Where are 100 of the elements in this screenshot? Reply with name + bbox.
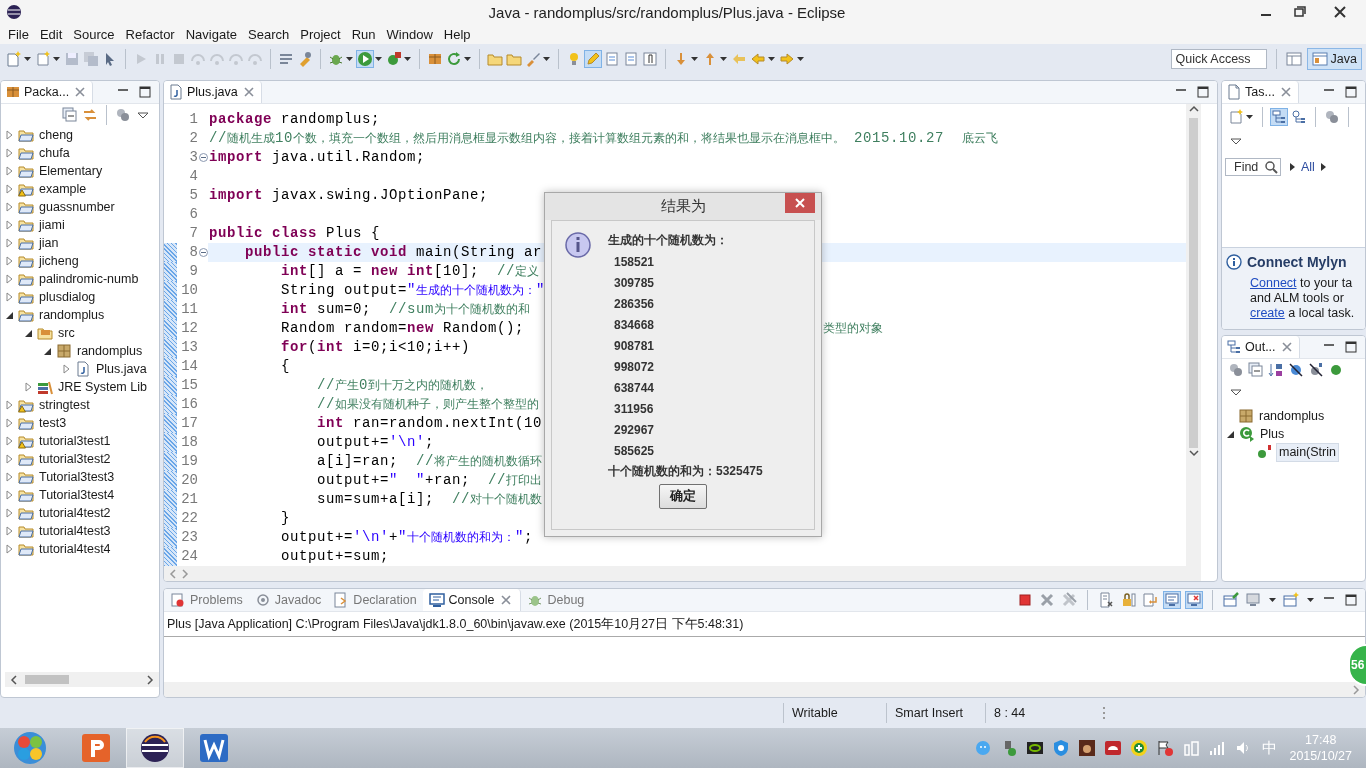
collapsed-arrow-icon[interactable] xyxy=(5,541,14,557)
collapsed-arrow-icon[interactable] xyxy=(5,397,14,413)
show-error-icon[interactable] xyxy=(1186,592,1202,608)
collapsed-arrow-icon[interactable] xyxy=(24,379,33,395)
display-console-icon[interactable] xyxy=(1245,592,1261,608)
menu-item[interactable]: Run xyxy=(345,26,381,42)
menu-item[interactable]: Project xyxy=(294,26,346,42)
graphics-icon[interactable] xyxy=(1026,739,1045,757)
hide-fields-icon[interactable] xyxy=(1288,362,1304,378)
tree-item[interactable]: src xyxy=(56,324,77,342)
tree-item[interactable]: test3 xyxy=(37,414,69,432)
tree-item[interactable]: tutorial4test4 xyxy=(37,540,113,558)
tree-item[interactable]: example xyxy=(37,180,89,198)
document-icon[interactable] xyxy=(623,51,639,67)
tree-item[interactable]: JRE System Lib xyxy=(56,378,149,396)
maximize-icon[interactable] xyxy=(1343,339,1359,355)
menu-item[interactable]: Search xyxy=(242,26,295,42)
collapsed-arrow-icon[interactable] xyxy=(5,199,14,215)
collapsed-arrow-icon[interactable] xyxy=(5,127,14,143)
find-field[interactable]: Find xyxy=(1225,158,1281,176)
remove-icon[interactable] xyxy=(1039,592,1055,608)
open-perspective-icon[interactable] xyxy=(1285,51,1302,67)
hide-static-icon[interactable] xyxy=(1308,362,1324,378)
menu-item[interactable]: Window xyxy=(380,26,438,42)
tree-item[interactable]: palindromic-numb xyxy=(37,270,141,288)
fold-icon[interactable] xyxy=(198,248,208,257)
collapsed-arrow-icon[interactable] xyxy=(5,253,14,269)
scroll-right-icon[interactable] xyxy=(1351,683,1361,696)
remove-all-icon[interactable] xyxy=(1061,592,1077,608)
quick-access-field[interactable]: Quick Access xyxy=(1170,49,1267,69)
view-tab[interactable]: Console xyxy=(422,589,522,611)
filter-icon[interactable] xyxy=(1228,362,1244,378)
folder-icon[interactable] xyxy=(506,51,522,67)
grip-icon[interactable] xyxy=(1102,705,1106,721)
view-tab[interactable]: Debug xyxy=(521,589,591,611)
maximize-icon[interactable] xyxy=(1195,84,1211,100)
tree-item[interactable]: main(Strin xyxy=(1276,442,1339,462)
flag-icon[interactable] xyxy=(1156,739,1175,757)
collapsed-arrow-icon[interactable] xyxy=(5,217,14,233)
collapse-all-icon[interactable] xyxy=(62,107,78,123)
menu-item[interactable]: Help xyxy=(437,26,476,42)
tree-item[interactable]: cheng xyxy=(37,126,76,144)
tree-item[interactable]: tutorial4test2 xyxy=(37,504,113,522)
scroll-right-icon[interactable] xyxy=(145,673,155,686)
view-tab[interactable]: Javadoc xyxy=(248,589,328,611)
menu-item[interactable]: Source xyxy=(67,26,120,42)
taskbar-button[interactable] xyxy=(126,728,184,768)
tree-item[interactable]: tutorial3test1 xyxy=(37,432,113,450)
lines-icon[interactable] xyxy=(278,51,294,67)
vertical-scrollbar[interactable] xyxy=(1186,104,1201,566)
filter-icon[interactable] xyxy=(115,107,131,123)
collapsed-arrow-icon[interactable] xyxy=(5,469,14,485)
signal-icon[interactable] xyxy=(1208,739,1227,757)
tree-item[interactable]: Tutorial3test4 xyxy=(37,486,117,504)
tree-item[interactable]: guassnumber xyxy=(37,198,117,216)
word-wrap-icon[interactable] xyxy=(1142,592,1158,608)
horizontal-scrollbar[interactable] xyxy=(5,672,159,687)
view-tab[interactable]: Out... xyxy=(1222,336,1300,358)
sort-icon[interactable] xyxy=(1268,362,1284,378)
tree-item[interactable]: randomplus xyxy=(1257,407,1327,425)
menu-item[interactable]: Navigate xyxy=(179,26,242,42)
collapsed-arrow-icon[interactable] xyxy=(5,415,14,431)
collapsed-arrow-icon[interactable] xyxy=(5,523,14,539)
tree-item[interactable]: stringtest xyxy=(37,396,92,414)
terminate-icon[interactable] xyxy=(1017,592,1033,608)
tree-item[interactable]: tutorial4test3 xyxy=(37,522,113,540)
shield-icon[interactable] xyxy=(1052,739,1071,757)
menu-item[interactable]: Refactor xyxy=(119,26,180,42)
tree-item[interactable]: Tutorial3test3 xyxy=(37,468,117,486)
scroll-thumb[interactable] xyxy=(25,675,69,684)
filter-link[interactable]: All xyxy=(1301,160,1315,174)
ok-button[interactable]: 确定 xyxy=(659,483,707,509)
perspective-button[interactable]: Java xyxy=(1306,48,1362,70)
collapsed-arrow-icon[interactable] xyxy=(5,181,14,197)
collapsed-arrow-icon[interactable] xyxy=(5,451,14,467)
tree-item[interactable]: tutorial3test2 xyxy=(37,450,113,468)
filter-icon[interactable] xyxy=(1324,109,1340,125)
menu-item[interactable]: File xyxy=(2,26,34,42)
plus-circle-icon[interactable] xyxy=(1130,739,1149,757)
run-icon[interactable] xyxy=(357,51,373,67)
chat-icon[interactable] xyxy=(974,739,993,757)
start-button-icon[interactable] xyxy=(12,730,48,766)
collapsed-arrow-icon[interactable] xyxy=(5,145,14,161)
view-tab[interactable]: Packa... xyxy=(1,81,94,103)
view-tab[interactable]: Tas... xyxy=(1222,81,1299,103)
game-icon[interactable] xyxy=(1078,739,1097,757)
package-icon[interactable] xyxy=(427,51,443,67)
tree-item[interactable]: jian xyxy=(37,234,61,252)
menu-item[interactable]: Edit xyxy=(33,26,68,42)
tree-item[interactable]: Plus.java xyxy=(94,360,149,378)
horizontal-scrollbar[interactable] xyxy=(164,682,1365,697)
maximize-icon[interactable] xyxy=(1343,84,1359,100)
tree-item[interactable]: Plus xyxy=(1258,425,1287,443)
document-icon[interactable] xyxy=(604,51,620,67)
tree-item[interactable]: Elementary xyxy=(37,162,105,180)
collapsed-arrow-icon[interactable] xyxy=(5,487,14,503)
collapsed-arrow-icon[interactable] xyxy=(62,361,71,377)
tree-item[interactable]: randomplus xyxy=(37,306,107,324)
tree-item[interactable]: jiami xyxy=(37,216,67,234)
new-console-icon[interactable] xyxy=(1283,592,1299,608)
